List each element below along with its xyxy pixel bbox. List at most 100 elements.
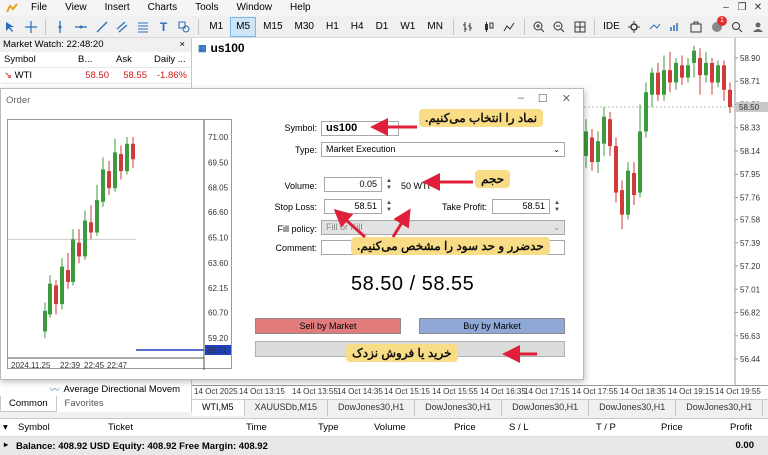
crosshair-icon[interactable] bbox=[24, 18, 39, 36]
timeframe-h1[interactable]: H1 bbox=[321, 18, 344, 36]
total-profit: 0.00 bbox=[735, 440, 755, 451]
time-tick-label: 14 Oct 2025 bbox=[194, 387, 238, 396]
column-header-bid[interactable]: B... bbox=[75, 54, 113, 65]
chart-tab[interactable]: WTI,M5 bbox=[192, 400, 245, 416]
symbol-select[interactable]: us100 bbox=[321, 121, 399, 136]
column-header-price[interactable]: Price bbox=[454, 422, 476, 433]
column-header-profit[interactable]: Profit bbox=[730, 422, 752, 433]
maximize-icon[interactable]: ☐ bbox=[538, 92, 548, 105]
toolbar-separator bbox=[452, 18, 454, 35]
close-icon[interactable]: × bbox=[179, 38, 185, 52]
ide-button[interactable]: IDE bbox=[599, 21, 624, 32]
chart-tab[interactable]: Do bbox=[763, 400, 768, 416]
search-icon[interactable] bbox=[730, 18, 745, 36]
chart-menu-icon[interactable]: ▦ bbox=[198, 43, 207, 54]
menu-charts[interactable]: Charts bbox=[139, 0, 186, 16]
candlestick-icon[interactable] bbox=[481, 18, 496, 36]
stop-loss-price-label: 58.51 bbox=[207, 346, 228, 355]
zoom-out-icon[interactable] bbox=[552, 18, 567, 36]
current-price-label: 58.50 bbox=[739, 103, 760, 112]
close-icon[interactable]: ✕ bbox=[752, 2, 764, 14]
candle bbox=[650, 72, 654, 95]
market-icon[interactable] bbox=[689, 18, 704, 36]
column-header-price[interactable]: Price bbox=[661, 422, 683, 433]
volume-stepper[interactable]: ▲ ▼ bbox=[383, 178, 395, 193]
timeframe-m30[interactable]: M30 bbox=[290, 18, 319, 36]
settings-icon[interactable] bbox=[627, 18, 642, 36]
shapes-icon[interactable] bbox=[177, 18, 192, 36]
stop-loss-stepper[interactable]: ▲ ▼ bbox=[383, 200, 395, 215]
menu-help[interactable]: Help bbox=[281, 0, 320, 16]
menu-insert[interactable]: Insert bbox=[96, 0, 139, 16]
timeframe-m15[interactable]: M15 bbox=[258, 18, 287, 36]
horizontal-line-icon[interactable] bbox=[74, 18, 89, 36]
cursor-icon[interactable] bbox=[3, 18, 18, 36]
menu-tools[interactable]: Tools bbox=[186, 0, 227, 16]
chart-tab[interactable]: DowJones30,H1 bbox=[502, 400, 590, 416]
column-header-ask[interactable]: Ask bbox=[113, 54, 151, 65]
line-chart-icon[interactable] bbox=[502, 18, 517, 36]
toolbar-separator bbox=[45, 18, 47, 35]
menu-view[interactable]: View bbox=[56, 0, 96, 16]
fibonacci-icon[interactable] bbox=[136, 18, 151, 36]
stop-loss-input[interactable]: 58.51 ▲ ▼ bbox=[324, 199, 392, 214]
bar-chart-icon[interactable] bbox=[461, 18, 476, 36]
channel-icon[interactable] bbox=[115, 18, 130, 36]
vertical-line-icon[interactable] bbox=[53, 18, 68, 36]
navigator-item-label: Average Directional Movem bbox=[63, 383, 181, 395]
zoom-in-icon[interactable] bbox=[531, 18, 546, 36]
grid-icon[interactable] bbox=[573, 18, 588, 36]
timeframe-w1[interactable]: W1 bbox=[395, 18, 420, 36]
profile-icon[interactable] bbox=[751, 18, 766, 36]
column-header-time[interactable]: Time bbox=[246, 422, 267, 433]
column-header-ticket[interactable]: Ticket bbox=[108, 422, 133, 433]
menu-window[interactable]: Window bbox=[227, 0, 281, 16]
volume-input[interactable]: 0.05 ▲ ▼ bbox=[324, 177, 392, 192]
sltp-annotation: حدضرر و حد سود را مشخص می‌کنیم. bbox=[351, 237, 550, 255]
trade-icon[interactable] bbox=[647, 18, 662, 36]
volume-annotation: حجم bbox=[475, 170, 511, 188]
chart-tab[interactable]: XAUUSDb,M15 bbox=[245, 400, 329, 416]
fill-policy-select: Fill or Kill ⌄ bbox=[321, 220, 565, 235]
timeframe-h4[interactable]: H4 bbox=[346, 18, 369, 36]
menu-file[interactable]: File bbox=[22, 0, 56, 16]
close-icon[interactable]: ✕ bbox=[562, 92, 571, 105]
tab-common[interactable]: Common bbox=[0, 396, 57, 412]
take-profit-input[interactable]: 58.51 ▲ ▼ bbox=[492, 199, 560, 214]
column-header-type[interactable]: Type bbox=[318, 422, 339, 433]
minimize-icon[interactable]: – bbox=[720, 2, 732, 14]
text-tool-icon[interactable]: T bbox=[156, 18, 171, 36]
column-header-symbol[interactable]: Symbol bbox=[18, 422, 50, 433]
timeframe-mn[interactable]: MN bbox=[422, 18, 448, 36]
chart-tab[interactable]: DowJones30,H1 bbox=[328, 400, 416, 416]
tab-favorites[interactable]: Favorites bbox=[57, 396, 112, 412]
minimize-icon[interactable]: – bbox=[518, 92, 524, 105]
trendline-icon[interactable] bbox=[94, 18, 109, 36]
type-select[interactable]: Market Execution ⌄ bbox=[321, 142, 565, 157]
column-header-sl[interactable]: S / L bbox=[509, 422, 529, 433]
candle bbox=[710, 62, 714, 83]
timeframe-m5[interactable]: M5 bbox=[230, 16, 257, 37]
chart-tab[interactable]: DowJones30,H1 bbox=[415, 400, 503, 416]
column-header-volume[interactable]: Volume bbox=[374, 422, 406, 433]
restore-icon[interactable]: ❐ bbox=[736, 2, 748, 14]
tick-candle bbox=[77, 242, 81, 257]
timeframe-m1[interactable]: M1 bbox=[204, 18, 228, 36]
tick-time-label: 22:45 bbox=[84, 361, 105, 370]
timeframe-d1[interactable]: D1 bbox=[371, 18, 394, 36]
sell-button[interactable]: Sell by Market bbox=[255, 318, 401, 334]
chart-tab[interactable]: DowJones30,H1 bbox=[589, 400, 677, 416]
market-watch-row[interactable]: ↘ WTI 58.50 58.55 -1.86% bbox=[0, 68, 191, 84]
chart-tab[interactable]: DowJones30,H1 bbox=[676, 400, 764, 416]
tick-time-label: 22:47 bbox=[107, 361, 128, 370]
notification-badge: 1 bbox=[716, 15, 727, 26]
column-header-daily[interactable]: Daily ... bbox=[151, 54, 191, 65]
column-header-symbol[interactable]: Symbol bbox=[0, 54, 75, 65]
column-header-tp[interactable]: T / P bbox=[596, 422, 616, 433]
daily-change-cell: -1.86% bbox=[156, 70, 187, 81]
navigator-item[interactable]: 〰 Average Directional Movem bbox=[50, 382, 181, 397]
signals-icon[interactable] bbox=[668, 18, 683, 36]
take-profit-stepper[interactable]: ▲ ▼ bbox=[551, 200, 563, 215]
buy-button[interactable]: Buy by Market bbox=[419, 318, 565, 334]
notifications-icon[interactable]: 1 bbox=[709, 15, 727, 36]
